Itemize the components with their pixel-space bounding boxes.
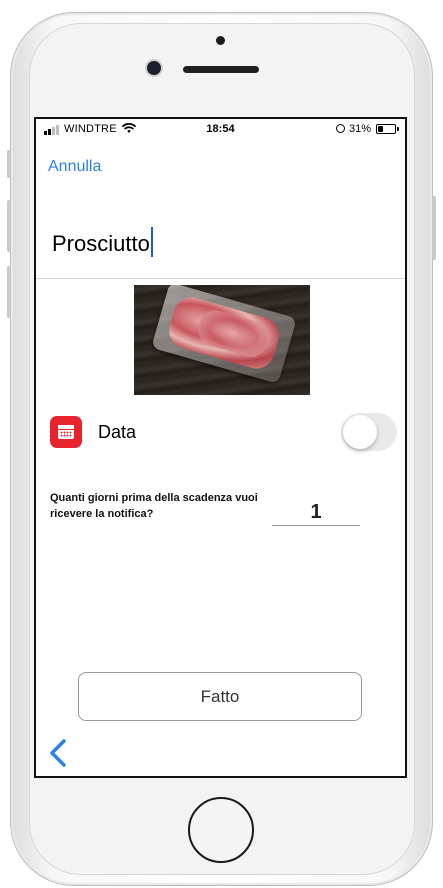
volume-down-button — [7, 266, 11, 318]
app-screen: WINDTRE 18:54 31% Annulla Data Quanti gi… — [34, 117, 407, 778]
battery-percent: 31% — [349, 123, 372, 135]
product-name-row — [36, 220, 405, 279]
notification-question: Quanti giorni prima della scadenza vuoi … — [50, 492, 258, 520]
toggle-knob — [343, 415, 377, 449]
text-cursor — [150, 227, 153, 257]
status-bar: WINDTRE 18:54 31% — [36, 119, 405, 141]
earpiece-speaker — [183, 66, 259, 73]
calendar-icon — [50, 416, 82, 448]
product-package — [151, 285, 297, 384]
front-camera — [147, 61, 161, 75]
cancel-button[interactable]: Annulla — [48, 158, 101, 176]
date-option-label: Data — [98, 422, 137, 442]
battery-icon — [376, 124, 396, 134]
home-button[interactable] — [188, 797, 254, 863]
chevron-left-icon[interactable] — [46, 737, 70, 769]
date-option-row: Data — [36, 409, 405, 459]
proximity-sensor — [216, 36, 225, 45]
orientation-lock-icon — [336, 124, 345, 133]
volume-up-button — [7, 200, 11, 252]
date-toggle[interactable] — [341, 413, 397, 451]
product-image — [134, 285, 310, 395]
power-button — [432, 196, 436, 260]
mute-switch — [7, 150, 11, 178]
done-button[interactable]: Fatto — [78, 672, 362, 721]
product-name-input[interactable] — [52, 226, 382, 262]
notification-days-input[interactable] — [272, 499, 360, 526]
battery-tip — [397, 127, 399, 131]
